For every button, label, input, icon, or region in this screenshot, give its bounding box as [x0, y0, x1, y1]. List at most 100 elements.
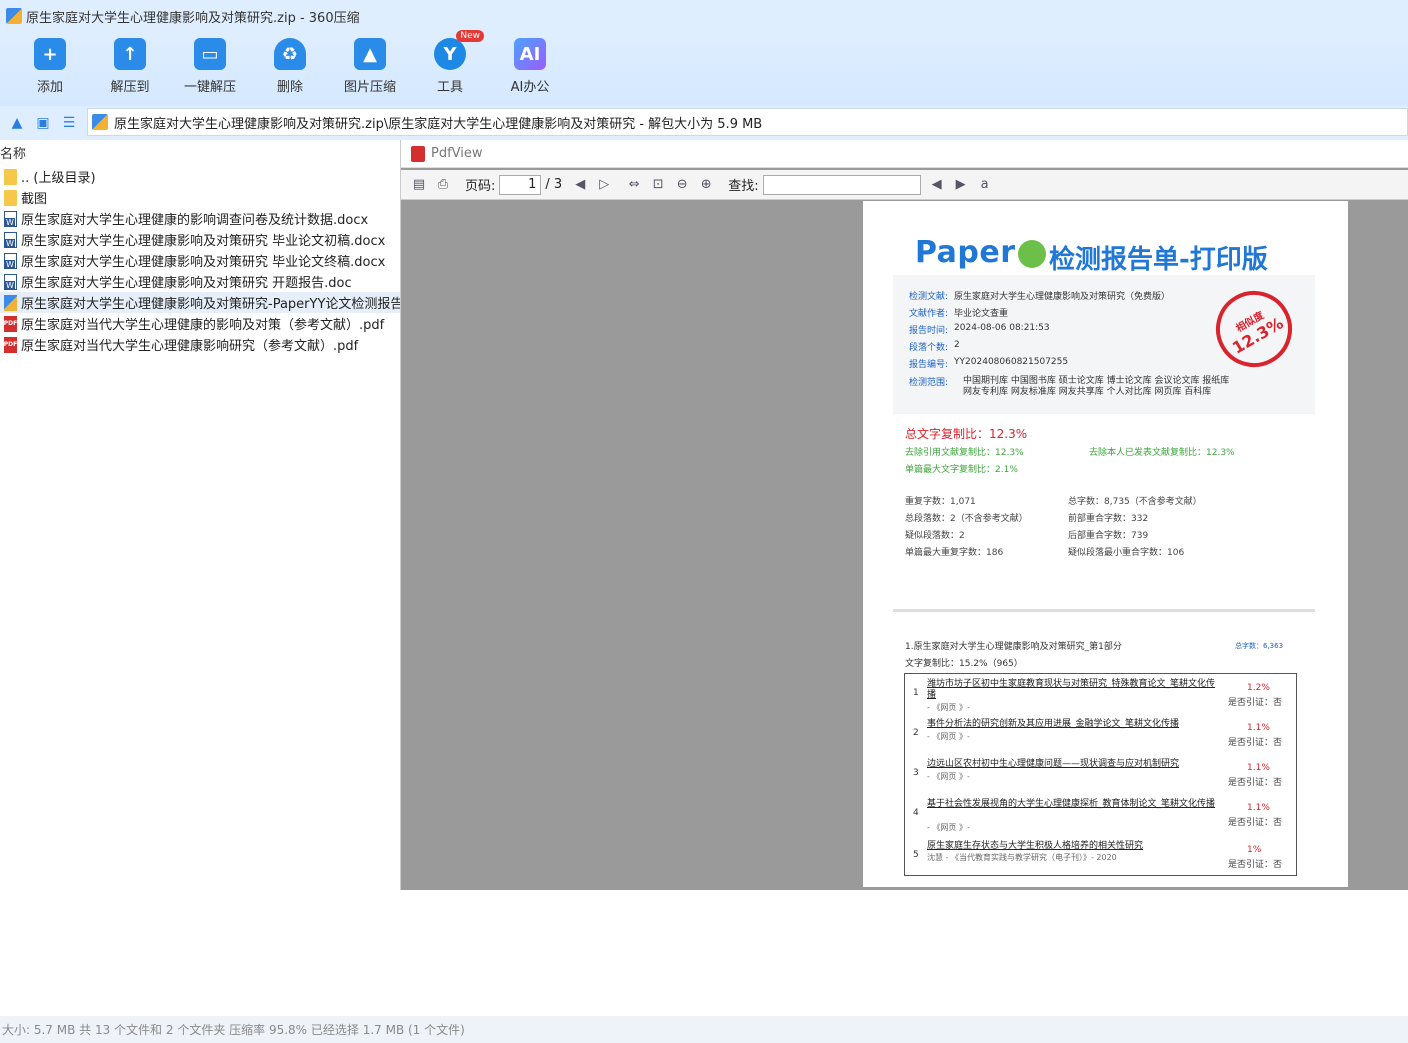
find-prev-icon[interactable]: ◀	[929, 177, 945, 193]
source-item: 5 原生家庭生存状态与大学生积极人格培养的相关性研究 沈慧 - 《当代教育实践与…	[913, 841, 1283, 870]
info-row: 段落个数: 2	[909, 340, 960, 353]
fit-page-icon[interactable]: ⊡	[650, 177, 666, 193]
add-icon: +	[34, 38, 66, 70]
section-copy-rate: 文字复制比：15.2%（965）	[905, 659, 1023, 669]
delete-icon: ♻	[274, 38, 306, 70]
section-divider	[893, 609, 1315, 612]
print-icon[interactable]: ⎙	[435, 177, 451, 193]
exclude-cited-rate: 去除引用文献复制比：12.3%	[905, 448, 1024, 458]
file-list: 名称 .. (上级目录) 截图 原生家庭对大学生心理健康的影响调查问卷及统计数据…	[0, 144, 400, 1014]
stat-item: 重复字数：1,071	[905, 497, 976, 507]
ai-office-icon: AI	[514, 38, 546, 70]
list-item[interactable]: 截图	[0, 187, 400, 208]
section-word-count: 总字数：6,363	[1235, 642, 1284, 650]
address-bar: ▲ ▣ ☰ 原生家庭对大学生心理健康影响及对策研究.zip\原生家庭对大学生心理…	[0, 106, 1408, 140]
next-page-icon[interactable]: ▷	[596, 177, 612, 193]
list-item[interactable]: 原生家庭对大学生心理健康的影响调查问卷及统计数据.docx	[0, 208, 400, 229]
pdf-page: Paper 检测报告单-打印版 检测文献: 原生家庭对大学生心理健康影响及对策研究…	[863, 201, 1348, 887]
paperyy-logo: Paper	[915, 235, 1048, 270]
zoom-out-icon[interactable]: ⊖	[674, 177, 690, 193]
extract-icon: ↑	[114, 38, 146, 70]
exclude-self-rate: 去除本人已发表文献复制比：12.3%	[1089, 448, 1235, 458]
total-copy-rate: 总文字复制比：12.3%	[905, 427, 1028, 441]
find-next-icon[interactable]: ▶	[953, 177, 969, 193]
similarity-stamp: 相似度 12.3%	[1202, 277, 1306, 381]
source-list: 1 潍坊市坊子区初中生家庭教育现状与对策研究_特殊教育论文_笔耕文化传播 - 《…	[904, 673, 1297, 876]
pdf-toolbar: ▤ ⎙ 页码: 1 / 3 ◀ ▷ ⇔ ⊡ ⊖ ⊕ 查找: ◀ ▶ a	[401, 170, 1408, 200]
list-item[interactable]: 原生家庭对大学生心理健康影响及对策研究 毕业论文初稿.docx	[0, 229, 400, 250]
pdf-icon: PDF	[4, 336, 17, 353]
word-doc-icon	[4, 252, 17, 269]
pdf-app-icon	[411, 145, 425, 162]
word-doc-icon	[4, 231, 17, 248]
info-row: 文献作者: 毕业论文查重	[909, 309, 1009, 319]
extract-to-button[interactable]: ↑ 解压到	[90, 38, 170, 95]
zip-icon	[92, 114, 108, 130]
source-item: 1 潍坊市坊子区初中生家庭教育现状与对策研究_特殊教育论文_笔耕文化传播 - 《…	[913, 679, 1283, 712]
app-zip-icon	[6, 8, 22, 24]
title-bar: 原生家庭对大学生心理健康影响及对策研究.zip - 360压缩	[0, 0, 1408, 32]
path-field[interactable]: 原生家庭对大学生心理健康影响及对策研究.zip\原生家庭对大学生心理健康影响及对…	[87, 108, 1408, 136]
pdf-title-bar: PdfView	[401, 140, 1408, 168]
report-info-box: 检测文献: 原生家庭对大学生心理健康影响及对策研究（免费版） 文献作者: 毕业论文查…	[893, 275, 1315, 414]
new-badge: New	[456, 30, 484, 42]
page-label: 页码:	[465, 179, 496, 194]
list-view-icon[interactable]: ☰	[56, 110, 82, 136]
add-button[interactable]: + 添加	[10, 38, 90, 95]
tools-icon: Y New	[434, 30, 484, 70]
pdf-preview-window: PdfView ▤ ⎙ 页码: 1 / 3 ◀ ▷ ⇔ ⊡ ⊖ ⊕ 查找: ◀ …	[400, 140, 1408, 890]
column-header-name[interactable]: 名称	[0, 144, 400, 166]
delete-button[interactable]: ♻ 删除	[250, 38, 330, 95]
list-item[interactable]: PDF 原生家庭对当代大学生心理健康的影响及对策（参考文献）.pdf	[0, 313, 400, 334]
info-row: 报告编号: YY2024080608215072​55	[909, 357, 1069, 370]
find-options-icon[interactable]: a	[977, 177, 993, 193]
prev-page-icon[interactable]: ◀	[572, 177, 588, 193]
word-doc-icon	[4, 273, 17, 290]
page-total: / 3	[545, 177, 563, 192]
source-item: 4 基于社会性发展视角的大学生心理健康探析_教育体制论文_笔耕文化传播 - 《网…	[913, 799, 1283, 832]
folder-icon	[4, 168, 17, 185]
list-item-selected[interactable]: 原生家庭对大学生心理健康影响及对策研究-PaperYY论文检测报告.zip	[0, 292, 400, 313]
status-text: 大小: 5.7 MB 共 13 个文件和 2 个文件夹 压缩率 95.8% 已经…	[2, 1023, 465, 1037]
stat-item: 总段落数：2（不含参考文献）	[905, 514, 1028, 524]
word-doc-icon	[4, 210, 17, 227]
main-toolbar: + 添加 ↑ 解压到 ▭ 一键解压 ♻ 删除 ▲ 图片压缩 Y New 工具 AI…	[0, 30, 1408, 106]
find-input[interactable]	[762, 174, 921, 195]
list-item[interactable]: .. (上级目录)	[0, 166, 400, 187]
folder-icon	[4, 189, 17, 206]
stat-item: 后部重合字数：739	[1068, 531, 1149, 541]
pdf-icon: PDF	[4, 315, 17, 332]
info-row: 报告时间: 2024-08-06 08:21:53	[909, 323, 1050, 336]
scope-line: 网友专利库 网友标准库 网友共享库 个人对比库 网页库 百科库	[963, 387, 1212, 397]
info-row: 检测范围:	[909, 378, 949, 388]
stat-item: 总字数：8,735（不含参考文献）	[1068, 497, 1202, 507]
fit-width-icon[interactable]: ⇔	[626, 177, 642, 193]
one-click-extract-icon: ▭	[194, 38, 226, 70]
tools-button[interactable]: Y New 工具	[410, 30, 490, 95]
open-file-icon[interactable]: ▤	[411, 177, 427, 193]
page-number-input[interactable]: 1	[499, 174, 542, 195]
stat-item: 疑似段落数：2	[905, 531, 965, 541]
list-item[interactable]: 原生家庭对大学生心理健康影响及对策研究 开题报告.doc	[0, 271, 400, 292]
image-compress-button[interactable]: ▲ 图片压缩	[330, 38, 410, 95]
zoom-in-icon[interactable]: ⊕	[698, 177, 714, 193]
report-title: 检测报告单-打印版	[1049, 245, 1268, 275]
source-item: 2 事件分析法的研究创新及其应用进展_金融学论文_笔耕文化传播 - 《网页 》-…	[913, 719, 1283, 748]
info-row: 检测文献: 原生家庭对大学生心理健康影响及对策研究（免费版）	[909, 292, 1171, 302]
ai-office-button[interactable]: AI AI办公	[490, 38, 570, 95]
stat-item: 前部重合字数：332	[1068, 514, 1149, 524]
one-click-extract-button[interactable]: ▭ 一键解压	[170, 38, 250, 95]
thumbnail-view-icon[interactable]: ▣	[30, 110, 56, 136]
find-label: 查找:	[728, 179, 759, 194]
window-title: 原生家庭对大学生心理健康影响及对策研究.zip - 360压缩	[26, 10, 360, 26]
path-text: 原生家庭对大学生心理健康影响及对策研究.zip\原生家庭对大学生心理健康影响及对…	[114, 116, 763, 132]
list-item[interactable]: PDF 原生家庭对当代大学生心理健康影响研究（参考文献）.pdf	[0, 334, 400, 355]
list-item[interactable]: 原生家庭对大学生心理健康影响及对策研究 毕业论文终稿.docx	[0, 250, 400, 271]
source-item: 3 边远山区农村初中生心理健康问题——现状调查与应对机制研究 - 《网页 》- …	[913, 759, 1283, 788]
zip-file-icon	[4, 294, 17, 311]
up-level-icon[interactable]: ▲	[4, 110, 30, 136]
stat-item: 疑似段落最小重合字数：106	[1068, 548, 1185, 558]
single-max-rate: 单篇最大文字复制比：2.1%	[905, 465, 1018, 475]
status-bar: 大小: 5.7 MB 共 13 个文件和 2 个文件夹 压缩率 95.8% 已经…	[0, 1016, 1408, 1043]
image-compress-icon: ▲	[354, 38, 386, 70]
